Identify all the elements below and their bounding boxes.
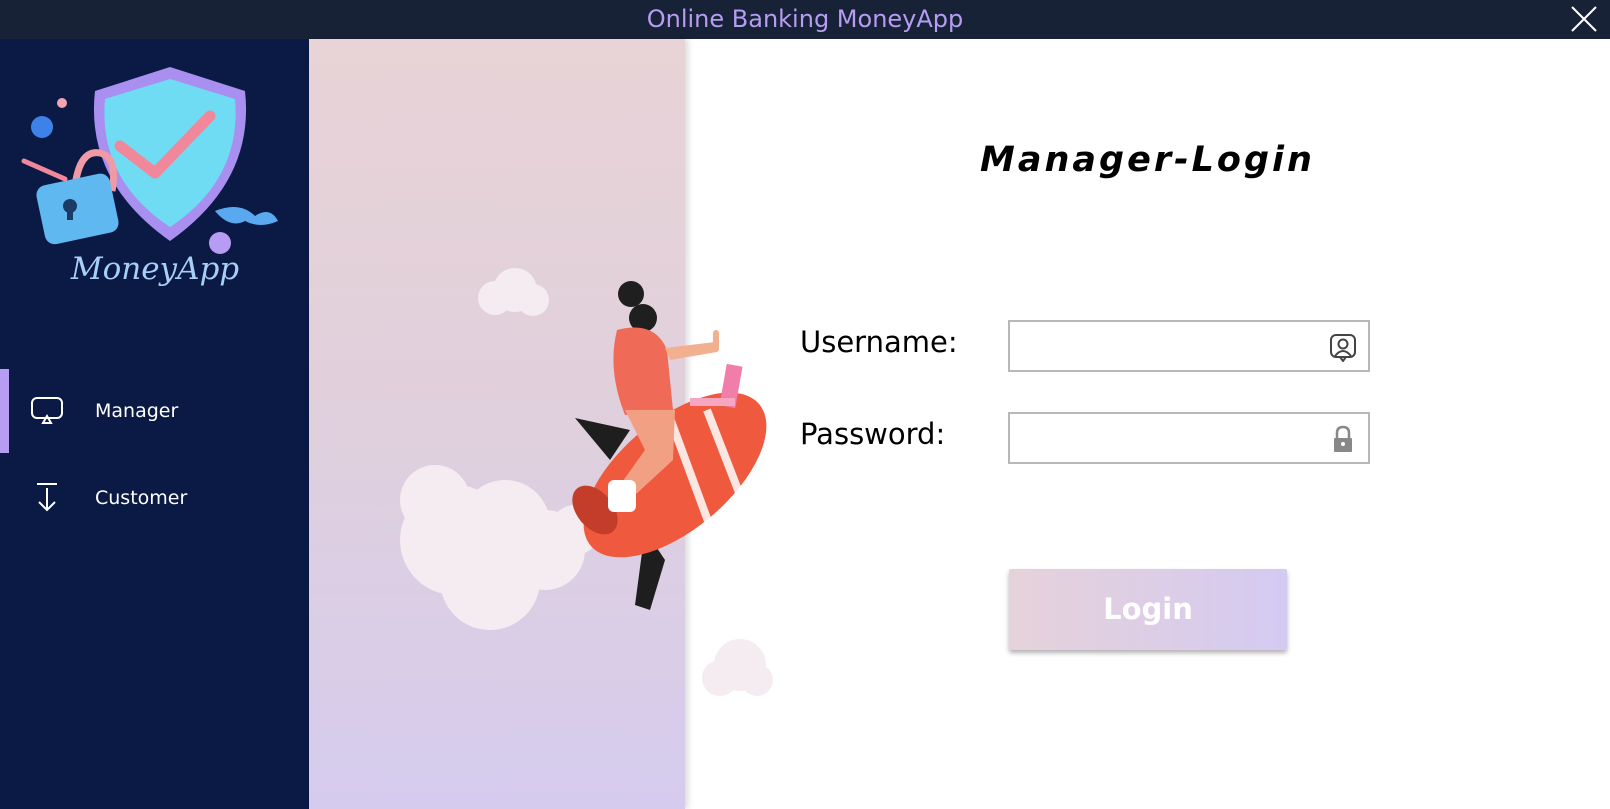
user-badge-icon (1330, 334, 1356, 362)
password-input[interactable] (1018, 420, 1322, 458)
close-icon (1571, 6, 1597, 32)
sidebar-item-label: Customer (95, 487, 188, 509)
window-title: Online Banking MoneyApp (646, 5, 964, 33)
sidebar-item-manager[interactable]: Manager (0, 369, 309, 453)
close-button[interactable] (1566, 2, 1602, 36)
password-field[interactable] (1008, 412, 1370, 464)
password-label: Password: (800, 417, 946, 451)
login-button[interactable]: Login (1009, 569, 1287, 650)
logo-text: MoneyApp (70, 251, 240, 287)
lock-icon (1334, 425, 1352, 452)
app-logo: MoneyApp (20, 61, 290, 311)
shield-check-lock-logo (21, 67, 278, 254)
monitor-icon (31, 397, 63, 424)
sidebar-item-customer[interactable]: Customer (0, 456, 309, 540)
download-arrow-icon (37, 483, 57, 512)
title-bar: Online Banking MoneyApp (0, 0, 1610, 39)
active-indicator (0, 369, 9, 453)
username-label: Username: (800, 325, 958, 359)
page-title: Manager-Login (980, 140, 1315, 180)
username-input[interactable] (1018, 328, 1322, 366)
sidebar: MoneyApp Manager Customer (0, 39, 309, 809)
rocket-illustration (400, 268, 773, 696)
username-field[interactable] (1008, 320, 1370, 372)
sidebar-item-label: Manager (95, 400, 179, 422)
